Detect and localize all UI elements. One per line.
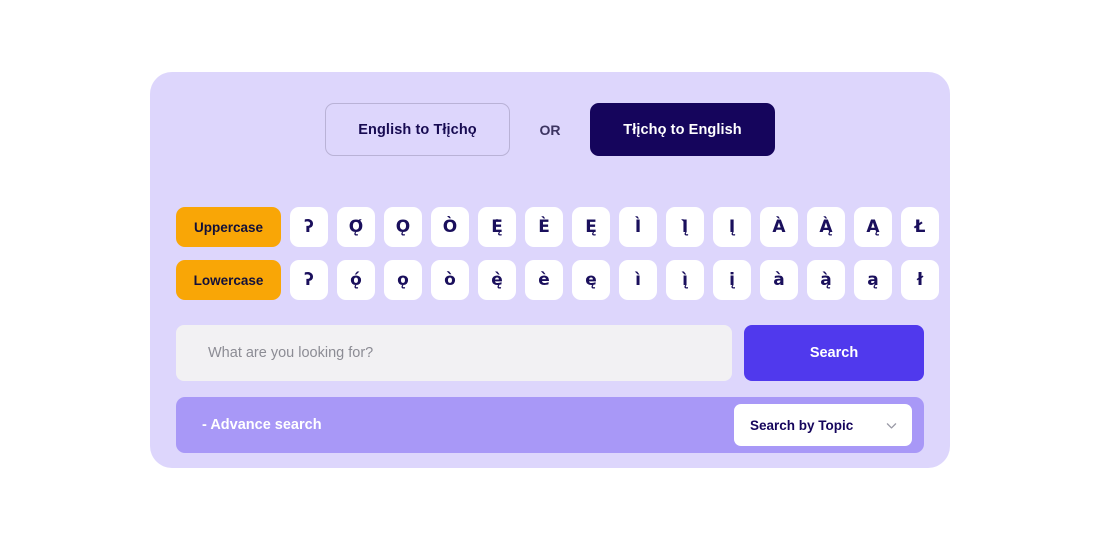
char-key-lower-12[interactable]: ą <box>854 260 892 300</box>
char-key-lower-0[interactable]: ʔ <box>290 260 328 300</box>
search-card: English to Tłįchǫ OR Tłįchǫ to English U… <box>150 72 950 468</box>
char-key-lower-6[interactable]: ę <box>572 260 610 300</box>
char-key-lower-9[interactable]: į <box>713 260 751 300</box>
char-key-upper-9[interactable]: Į <box>713 207 751 247</box>
tlicho-to-english-button[interactable]: Tłįchǫ to English <box>590 103 775 156</box>
char-key-lower-4[interactable]: ę̀ <box>478 260 516 300</box>
char-key-lower-8[interactable]: į̀ <box>666 260 704 300</box>
char-key-upper-0[interactable]: ʔ <box>290 207 328 247</box>
lowercase-toggle-button[interactable]: Lowercase <box>176 260 281 300</box>
uppercase-key-row: Uppercase ʔ Ǫ́ Ǫ Ò Ę̀ È Ę Ì Į̀ Į À Ą̀ Ą … <box>176 207 939 247</box>
search-row: Search <box>176 325 924 381</box>
char-key-upper-3[interactable]: Ò <box>431 207 469 247</box>
or-label: OR <box>539 121 561 138</box>
char-key-lower-1[interactable]: ǫ́ <box>337 260 375 300</box>
char-key-upper-13[interactable]: Ł <box>901 207 939 247</box>
lowercase-key-row: Lowercase ʔ ǫ́ ǫ ò ę̀ è ę ì į̀ į à ą̀ ą … <box>176 260 939 300</box>
char-key-lower-11[interactable]: ą̀ <box>807 260 845 300</box>
advance-search-toggle[interactable]: - Advance search <box>202 417 322 433</box>
char-key-upper-4[interactable]: Ę̀ <box>478 207 516 247</box>
char-key-upper-2[interactable]: Ǫ <box>384 207 422 247</box>
char-key-lower-5[interactable]: è <box>525 260 563 300</box>
char-key-lower-7[interactable]: ì <box>619 260 657 300</box>
char-key-lower-13[interactable]: ł <box>901 260 939 300</box>
char-key-upper-12[interactable]: Ą <box>854 207 892 247</box>
char-key-upper-11[interactable]: Ą̀ <box>807 207 845 247</box>
char-key-upper-8[interactable]: Į̀ <box>666 207 704 247</box>
char-key-upper-10[interactable]: À <box>760 207 798 247</box>
char-key-lower-2[interactable]: ǫ <box>384 260 422 300</box>
char-key-upper-6[interactable]: Ę <box>572 207 610 247</box>
chevron-down-icon <box>885 419 898 432</box>
translation-direction-toggle: English to Tłįchǫ OR Tłįchǫ to English <box>150 103 950 156</box>
char-key-lower-3[interactable]: ò <box>431 260 469 300</box>
char-key-upper-1[interactable]: Ǫ́ <box>337 207 375 247</box>
char-key-lower-10[interactable]: à <box>760 260 798 300</box>
search-by-topic-dropdown[interactable]: Search by Topic <box>734 404 912 446</box>
search-by-topic-label: Search by Topic <box>750 417 854 433</box>
page-root: English to Tłįchǫ OR Tłįchǫ to English U… <box>0 0 1100 542</box>
english-to-tlicho-button[interactable]: English to Tłįchǫ <box>325 103 510 156</box>
char-key-upper-5[interactable]: È <box>525 207 563 247</box>
search-input[interactable] <box>176 325 732 381</box>
char-key-upper-7[interactable]: Ì <box>619 207 657 247</box>
uppercase-toggle-button[interactable]: Uppercase <box>176 207 281 247</box>
advance-search-bar: - Advance search Search by Topic <box>176 397 924 453</box>
search-button[interactable]: Search <box>744 325 924 381</box>
